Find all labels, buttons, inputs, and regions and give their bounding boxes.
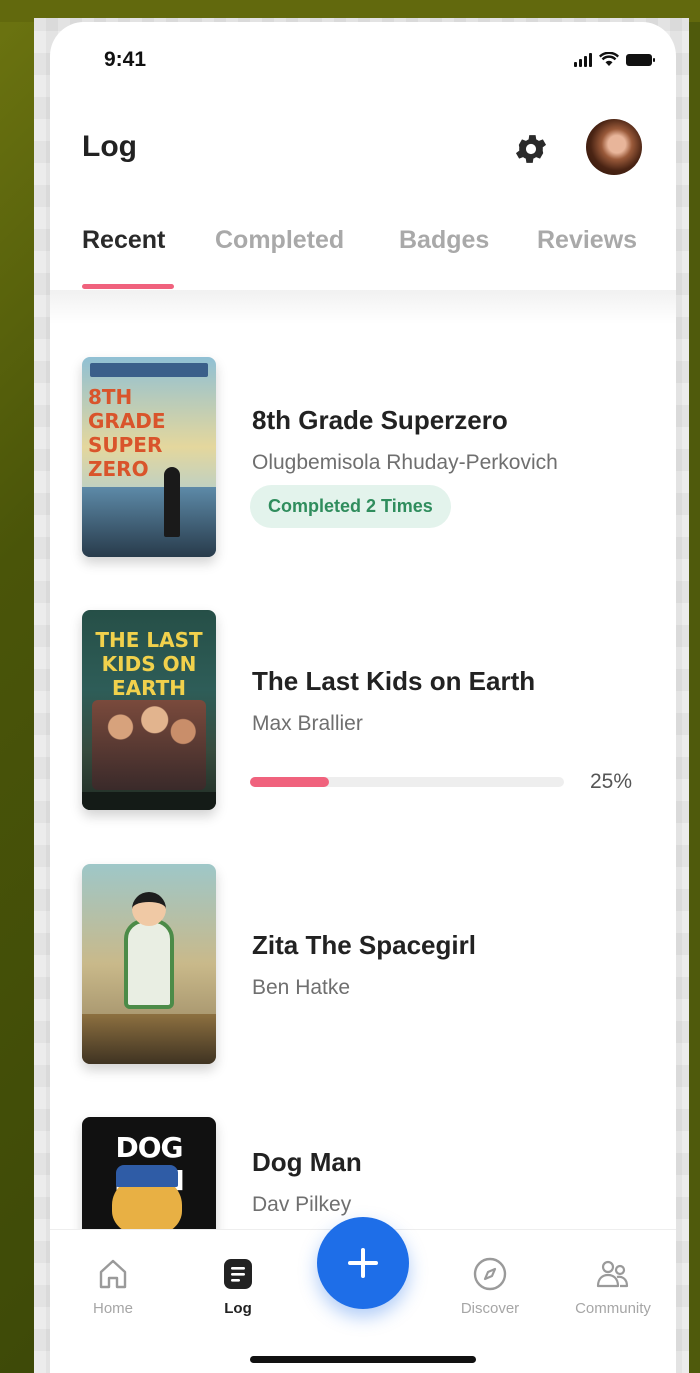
cover-title: THE LAST KIDS ON EARTH <box>95 628 203 700</box>
plus-icon <box>348 1248 378 1278</box>
book-author: Ben Hatke <box>252 976 351 999</box>
nav-home[interactable]: Home <box>53 1254 173 1317</box>
status-time: 9:41 <box>104 48 147 71</box>
signal-icon <box>574 52 592 67</box>
book-cover: THE LAST KIDS ON EARTH <box>82 610 216 810</box>
cover-title: 8TH GRADE SUPER ZERO <box>88 385 166 481</box>
tab-recent[interactable]: Recent <box>82 226 165 255</box>
status-icons <box>574 52 655 67</box>
phone-screen: 9:41 Log Recent Completed Badges Reviews… <box>50 22 676 1373</box>
header-divider <box>50 290 676 324</box>
nav-community-label: Community <box>575 1300 651 1317</box>
tab-reviews[interactable]: Reviews <box>537 226 637 255</box>
book-title: Zita The Spacegirl <box>252 930 476 960</box>
add-book-button[interactable] <box>317 1217 409 1309</box>
book-cover <box>82 864 216 1064</box>
compass-icon <box>473 1257 507 1291</box>
progress-label: 25% <box>590 770 633 793</box>
battery-icon <box>626 53 655 66</box>
nav-discover-label: Discover <box>460 1300 520 1317</box>
settings-gear-icon[interactable] <box>512 130 550 168</box>
tab-badges[interactable]: Badges <box>399 226 489 255</box>
book-title: The Last Kids on Earth <box>252 666 536 696</box>
nav-log-label: Log <box>224 1300 252 1317</box>
book-author: Dav Pilkey <box>252 1193 352 1216</box>
tab-completed[interactable]: Completed <box>215 226 344 255</box>
nav-community[interactable]: Community <box>553 1254 673 1317</box>
book-title: Dog Man <box>252 1147 362 1177</box>
list-item-book[interactable]: Zita The Spacegirl Ben Hatke <box>82 864 642 1074</box>
log-icon <box>224 1259 252 1289</box>
page-title: Log <box>82 130 137 163</box>
progress-fill <box>250 777 329 787</box>
wifi-icon <box>599 52 619 66</box>
list-item-book[interactable]: 8TH GRADE SUPER ZERO 8th Grade Superzero… <box>82 357 642 567</box>
nav-discover[interactable]: Discover <box>430 1254 550 1317</box>
people-icon <box>596 1260 629 1288</box>
home-icon <box>99 1259 127 1289</box>
avatar[interactable] <box>586 119 642 175</box>
book-author: Olugbemisola Rhuday-Perkovich <box>252 451 558 474</box>
progress-bar <box>250 777 564 787</box>
tab-bar: Recent Completed Badges Reviews <box>82 226 676 286</box>
list-item-book[interactable]: THE LAST KIDS ON EARTH The Last Kids on … <box>82 610 642 820</box>
home-indicator <box>250 1356 476 1363</box>
nav-home-label: Home <box>92 1300 133 1317</box>
completion-badge: Completed 2 Times <box>250 485 451 528</box>
nav-log[interactable]: Log <box>178 1254 298 1317</box>
book-cover: 8TH GRADE SUPER ZERO <box>82 357 216 557</box>
active-tab-indicator <box>82 284 174 289</box>
book-title: 8th Grade Superzero <box>252 405 508 435</box>
book-author: Max Brallier <box>252 712 363 735</box>
